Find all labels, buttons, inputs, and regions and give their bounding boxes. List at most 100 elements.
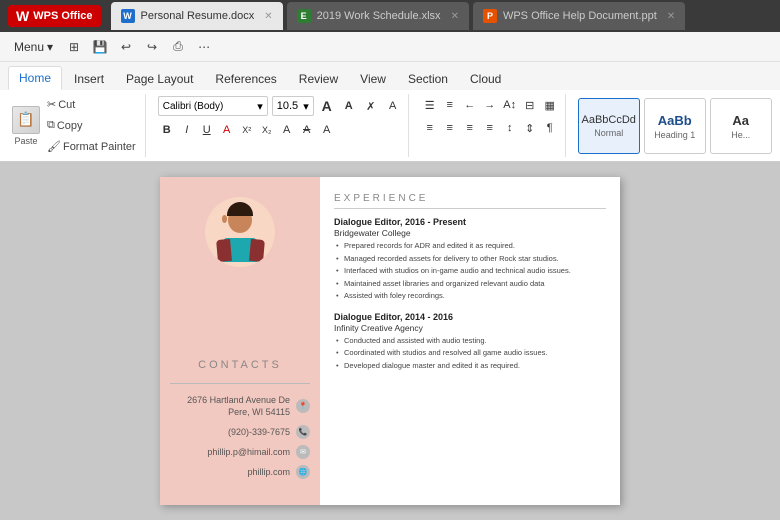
text-effect-button[interactable]: A [318,121,336,139]
tab-home[interactable]: Home [8,66,62,90]
highlight-button[interactable]: A [278,121,296,139]
tab-resume-close[interactable]: ✕ [264,11,272,22]
print-button[interactable]: ⎙ [167,36,189,58]
format-painter-icon: 🖌 [47,140,61,153]
ppt-icon: P [483,9,497,23]
wps-logo-w: W [16,8,29,24]
line-spacing-button[interactable]: ↕ [501,119,519,137]
tab-review[interactable]: Review [289,68,348,90]
font-size-selector[interactable]: 10.5 ▾ [272,96,314,116]
cut-button[interactable]: ✂ Cut [44,96,139,113]
align-justify-button[interactable]: ≡ [481,119,499,137]
tab-cloud[interactable]: Cloud [460,68,511,90]
style-heading1[interactable]: AaBb Heading 1 [644,98,706,154]
job-2-company: Infinity Creative Agency [334,323,606,333]
indent-decrease-button[interactable]: ← [461,96,479,114]
format-painter-label: Format Painter [63,141,136,153]
tab-page-layout[interactable]: Page Layout [116,68,203,90]
paste-group: 📋 Paste ✂ Cut ⧉ Copy 🖌 Format Painter [6,94,146,157]
cut-label: Cut [58,99,75,111]
contact-address: 2676 Hartland Avenue De Pere, WI 54115 📍 [170,394,310,419]
tab-resume-label: Personal Resume.docx [141,10,255,22]
tab-view[interactable]: View [350,68,396,90]
paragraph-group: ☰ ≡ ← → A↕ ⊟ ▦ ≡ ≡ ≡ ≡ ↕ ⇕ ¶ [415,94,566,157]
font-dropdown-icon: ▾ [257,100,263,113]
job-1-bullet-2: Managed recorded assets for delivery to … [334,254,606,265]
style-heading2[interactable]: Aa He... [710,98,772,154]
location-icon: 📍 [296,399,310,413]
bold-button[interactable]: B [158,121,176,139]
format-painter-button[interactable]: 🖌 Format Painter [44,138,139,155]
more-qa-button[interactable]: ⋯ [193,36,215,58]
sort-button[interactable]: A↕ [501,96,519,114]
job-2-bullet-2: Coordinated with studios and resolved al… [334,348,606,359]
tab-schedule-close[interactable]: ✕ [451,11,459,22]
phone-icon: 📞 [296,425,310,439]
job-1-title: Dialogue Editor, 2016 - Present [334,217,606,227]
contact-email: phillip.p@himail.com ✉ [170,445,310,459]
font-grow-button[interactable]: A [318,97,336,115]
copy-button[interactable]: ⧉ Copy [44,117,139,134]
word-icon: W [121,9,135,23]
tab-schedule-label: 2019 Work Schedule.xlsx [317,10,441,22]
text-format-button[interactable]: A [384,97,402,115]
job-1-bullet-3: Interfaced with studios on in-game audio… [334,266,606,277]
undo-button[interactable]: ↩ [115,36,137,58]
redo-button[interactable]: ↪ [141,36,163,58]
excel-icon: E [297,9,311,23]
underline-button[interactable]: U [198,121,216,139]
show-para-button[interactable]: ¶ [541,119,559,137]
job-1-bullet-5: Assisted with foley recordings. [334,291,606,302]
save-button[interactable]: 💾 [89,36,111,58]
menu-chevron: ▾ [47,40,53,54]
email-icon: ✉ [296,445,310,459]
experience-section-label: EXPERIENCE [334,193,606,204]
font-group: Calibri (Body) ▾ 10.5 ▾ A A ✗ A B I U A … [152,94,409,157]
style-normal[interactable]: AaBbCcDd Normal [578,98,640,154]
tab-references[interactable]: References [205,68,286,90]
list-number-button[interactable]: ≡ [441,96,459,114]
menu-label: Menu [14,40,44,54]
tab-resume[interactable]: W Personal Resume.docx ✕ [111,2,283,30]
tab-help-label: WPS Office Help Document.ppt [503,10,657,22]
new-button[interactable]: ⊞ [63,36,85,58]
font-size-dropdown-icon: ▾ [303,100,309,113]
tab-help[interactable]: P WPS Office Help Document.ppt ✕ [473,2,685,30]
list-bullet-button[interactable]: ☰ [421,96,439,114]
ribbon-tabs: Home Insert Page Layout References Revie… [0,62,780,90]
strikethrough-button[interactable]: A [298,121,316,139]
style-normal-preview: AaBbCcDd [582,114,636,126]
wps-logo-text: WPS Office [33,10,92,22]
clear-format-button[interactable]: ✗ [362,97,380,115]
para-spacing-button[interactable]: ⇕ [521,119,539,137]
align-left-button[interactable]: ≡ [421,119,439,137]
italic-button[interactable]: I [178,121,196,139]
superscript-button[interactable]: X² [238,121,256,139]
border-button[interactable]: ⊟ [521,96,539,114]
contacts-divider [170,383,310,384]
wps-logo[interactable]: W WPS Office [8,5,101,27]
title-bar: W WPS Office W Personal Resume.docx ✕ E … [0,0,780,32]
shading-button[interactable]: ▦ [541,96,559,114]
contact-email-text: phillip.p@himail.com [207,447,290,457]
font-shrink-button[interactable]: A [340,97,358,115]
align-right-button[interactable]: ≡ [461,119,479,137]
font-family-selector[interactable]: Calibri (Body) ▾ [158,96,268,116]
tab-insert[interactable]: Insert [64,68,114,90]
contact-website-text: phillip.com [247,467,290,477]
align-center-button[interactable]: ≡ [441,119,459,137]
style-heading2-label: He... [731,130,750,140]
tab-section[interactable]: Section [398,68,458,90]
avatar [205,197,275,267]
copy-icon: ⧉ [47,119,55,132]
contacts-section-label: CONTACTS [198,339,282,371]
font-color-button[interactable]: A [218,121,236,139]
subscript-button[interactable]: X₂ [258,121,276,139]
tab-schedule[interactable]: E 2019 Work Schedule.xlsx ✕ [287,2,469,30]
menu-button[interactable]: Menu ▾ [8,37,59,57]
paste-button[interactable]: 📋 Paste [12,106,40,146]
tab-help-close[interactable]: ✕ [667,11,675,22]
font-size-value: 10.5 [277,100,298,112]
indent-increase-button[interactable]: → [481,96,499,114]
job-2-title: Dialogue Editor, 2014 - 2016 [334,312,606,322]
